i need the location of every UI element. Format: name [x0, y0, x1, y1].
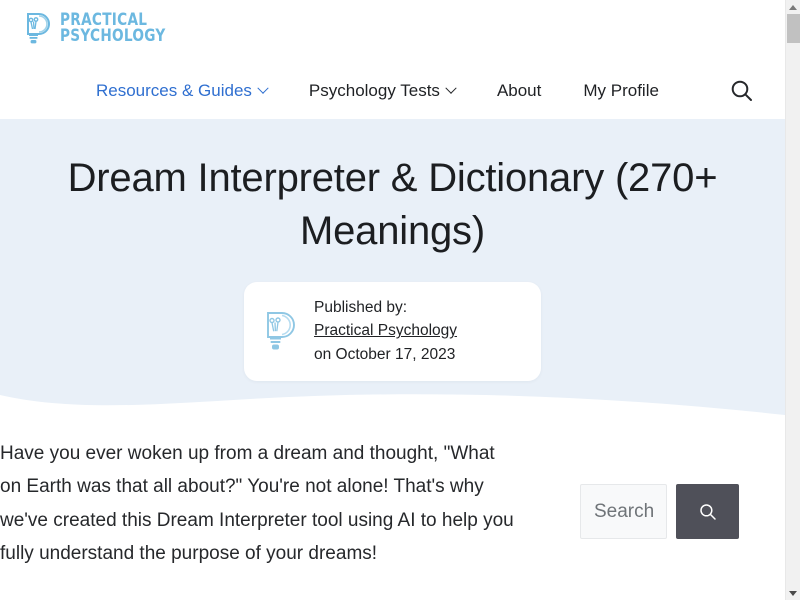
vertical-scrollbar[interactable]	[785, 0, 800, 600]
nav-item-resources-and-guides[interactable]: Resources & Guides	[96, 81, 269, 101]
main-navigation: Resources & Guides Psychology Tests Abou…	[0, 68, 785, 114]
site-logo[interactable]: PRACTICAL PSYCHOLOGY	[22, 11, 175, 45]
published-date: on October 17, 2023	[314, 345, 456, 363]
published-by-label: Published by:	[314, 298, 408, 316]
header-search-button[interactable]	[729, 78, 755, 104]
search-submit-button[interactable]	[676, 484, 739, 539]
site-header: PRACTICAL PSYCHOLOGY Resources & Guides …	[0, 0, 785, 119]
scroll-down-button[interactable]	[786, 586, 800, 600]
search-input[interactable]	[580, 484, 667, 539]
page-title: Dream Interpreter & Dictionary (270+ Mea…	[67, 156, 718, 253]
search-widget	[580, 484, 739, 539]
scroll-down-arrow-icon	[789, 590, 797, 596]
lightbulb-p-avatar-icon	[267, 311, 295, 350]
browser-page: PRACTICAL PSYCHOLOGY Resources & Guides …	[0, 0, 800, 600]
lightbulb-p-logo-icon	[27, 13, 50, 44]
scrollbar-thumb[interactable]	[787, 14, 800, 43]
nav-item-label: About	[496, 81, 542, 100]
scroll-up-arrow-icon	[789, 4, 797, 10]
author-name-link[interactable]: Practical Psychology	[314, 319, 457, 343]
nav-item-psychology-tests[interactable]: Psychology Tests	[308, 81, 457, 101]
logo-wordmark: PRACTICAL PSYCHOLOGY	[60, 12, 175, 44]
nav-item-label: Resources & Guides	[96, 81, 252, 100]
scroll-up-button[interactable]	[786, 0, 800, 14]
nav-item-label: My Profile	[583, 81, 659, 100]
author-card-text: Published by: Practical Psychology on Oc…	[314, 296, 457, 367]
logo-line-2: PSYCHOLOGY	[60, 26, 166, 45]
chevron-down-icon	[445, 82, 457, 94]
nav-item-about[interactable]: About	[497, 81, 541, 101]
search-icon	[731, 80, 752, 101]
chevron-down-icon	[257, 82, 269, 94]
intro-paragraph: Have you ever woken up from a dream and …	[0, 443, 514, 565]
page-viewport: PRACTICAL PSYCHOLOGY Resources & Guides …	[0, 0, 785, 600]
nav-item-my-profile[interactable]: My Profile	[583, 81, 659, 101]
author-card: Published by: Practical Psychology on Oc…	[244, 281, 541, 382]
hero-section: Dream Interpreter & Dictionary (270+ Mea…	[0, 119, 785, 419]
nav-item-label: Psychology Tests	[308, 81, 440, 100]
search-icon	[699, 503, 716, 520]
